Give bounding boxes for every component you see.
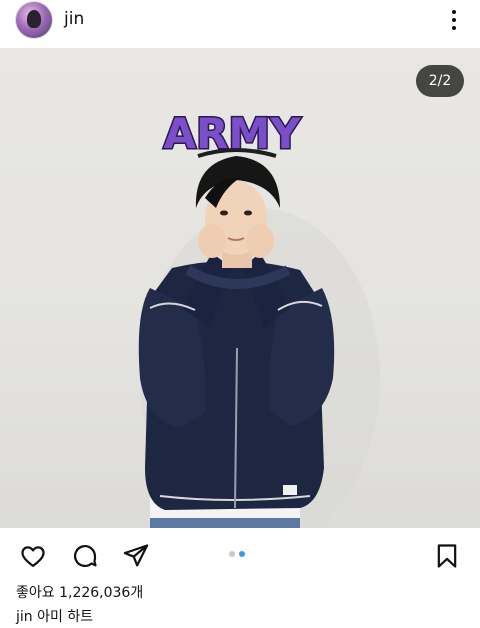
caption: jin 아미 하트 xyxy=(16,606,93,626)
carousel-dot-2 xyxy=(239,551,245,557)
avatar[interactable] xyxy=(16,2,52,38)
post-photo[interactable]: ARMY 2/2 xyxy=(0,48,480,528)
comment-icon[interactable] xyxy=(71,542,99,570)
army-sticker: ARMY xyxy=(162,108,303,160)
more-vertical-icon[interactable] xyxy=(444,6,464,34)
username[interactable]: jin xyxy=(64,9,84,29)
bookmark-icon[interactable] xyxy=(433,542,461,570)
post-header: jin xyxy=(0,0,480,48)
heart-icon[interactable] xyxy=(19,542,47,570)
sticker-text: ARMY xyxy=(163,109,301,158)
carousel-dot-1 xyxy=(229,551,235,557)
caption-username[interactable]: jin xyxy=(16,609,33,625)
slide-counter-badge: 2/2 xyxy=(416,65,464,97)
likes-count[interactable]: 좋아요 1,226,036개 xyxy=(16,582,143,602)
carousel-dots xyxy=(229,551,245,557)
send-icon[interactable] xyxy=(122,542,150,570)
caption-text: 아미 하트 xyxy=(37,609,94,625)
